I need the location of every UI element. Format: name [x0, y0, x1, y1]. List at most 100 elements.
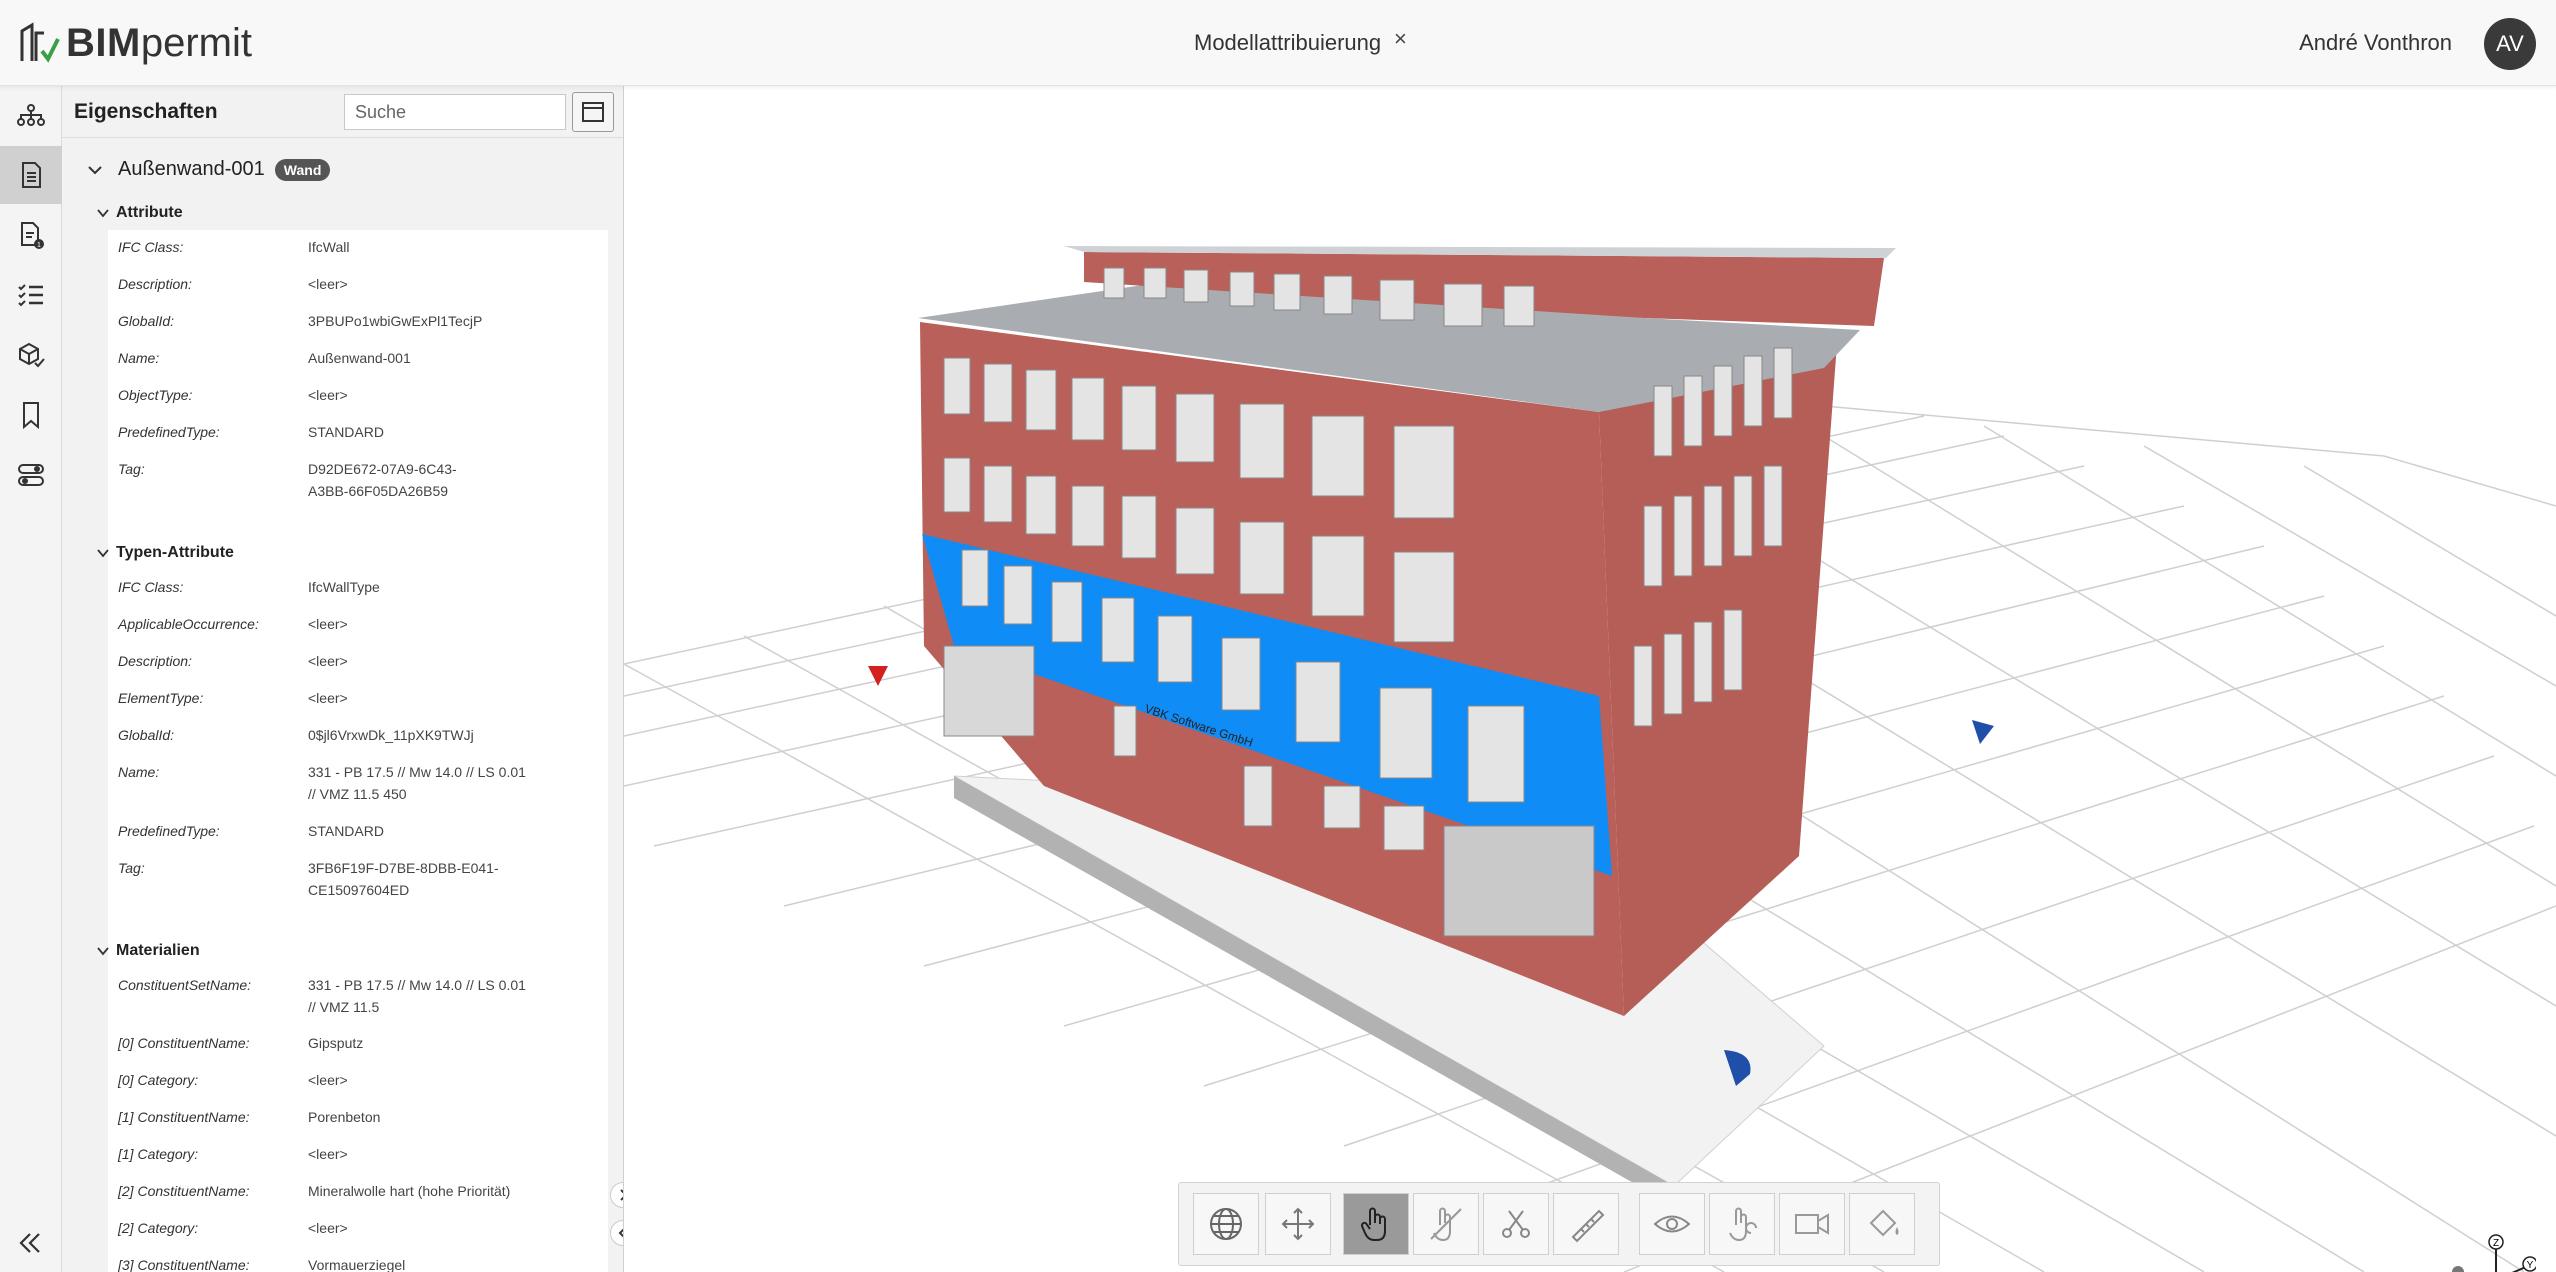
hide-eye-icon — [1430, 1207, 1462, 1242]
prop-key: GlobalId: — [118, 727, 175, 743]
chevron-left-icon — [618, 1228, 623, 1238]
user-name: André Vonthron — [2299, 30, 2452, 55]
prop-value: STANDARD — [308, 823, 384, 839]
rail-item-hierarchy[interactable] — [0, 86, 62, 144]
prop-value: <leer> — [308, 690, 348, 706]
properties-panel: Eigenschaften Außenwand-001 Wand Attribu… — [62, 86, 624, 1272]
tool-globe[interactable] — [1193, 1193, 1259, 1255]
marker-blue-icon — [1972, 720, 1994, 744]
logo-permit-text: permit — [140, 20, 252, 65]
prop-key: PredefinedType: — [118, 424, 220, 440]
prop-key: [1] Category: — [118, 1146, 199, 1162]
prop-value: <leer> — [308, 653, 348, 669]
tool-reset-selection[interactable] — [1709, 1193, 1775, 1255]
materialien-table: ConstituentSetName: 331 - PB 17.5 // Mw 1… — [108, 968, 608, 1272]
prop-value: D92DE672-07A9-6C43- — [308, 461, 457, 477]
prop-value: <leer> — [308, 1146, 348, 1162]
window-icon — [582, 102, 604, 122]
tool-hide[interactable] — [1413, 1193, 1479, 1255]
tool-section[interactable] — [1483, 1193, 1549, 1255]
section-cut-icon — [1502, 1210, 1530, 1238]
element-name: Außenwand-001 — [118, 158, 265, 180]
rail-item-bookmarks[interactable] — [0, 386, 62, 444]
prop-value: STANDARD — [308, 424, 384, 440]
prop-value: <leer> — [308, 276, 348, 292]
prop-key: [2] Category: — [118, 1220, 199, 1236]
chevron-down-icon — [97, 549, 109, 558]
section-header-attribute[interactable]: Attribute — [96, 200, 623, 226]
hierarchy-icon — [17, 104, 45, 126]
prop-value: Porenbeton — [308, 1109, 381, 1125]
prop-key: [3] ConstituentName: — [118, 1257, 250, 1272]
model-viewer[interactable]: VBK Software GmbH Z Y — [624, 86, 2556, 1272]
chevron-down-icon — [97, 947, 109, 956]
search-input[interactable] — [344, 94, 566, 130]
rail-item-checklist[interactable] — [0, 266, 62, 324]
axis-gizmo[interactable]: Z Y X — [2446, 1230, 2536, 1272]
prop-key: Tag: — [118, 860, 145, 876]
prop-key: ObjectType: — [118, 387, 193, 403]
prop-key: Tag: — [118, 461, 145, 477]
avatar[interactable]: AV — [2484, 18, 2536, 70]
section-materialien: Materialien — [96, 938, 623, 964]
prop-value: 3FB6F19F-D7BE-8DBB-E041- — [308, 860, 499, 876]
prop-key: ApplicableOccurrence: — [118, 616, 259, 632]
prop-value: CE15097604ED — [308, 882, 410, 898]
element-type-badge: Wand — [274, 158, 331, 181]
prop-key: GlobalId: — [118, 313, 175, 329]
prop-value: 331 - PB 17.5 // Mw 14.0 // LS 0.01 — [308, 764, 526, 780]
axis-y-label: Y — [2527, 1260, 2534, 1271]
expand-panel-button[interactable] — [610, 1182, 623, 1208]
prop-value: <leer> — [308, 387, 348, 403]
prop-key: ElementType: — [118, 690, 204, 706]
svg-text:1: 1 — [37, 242, 41, 249]
logo-bim-text: BIM — [66, 20, 141, 65]
panel-layout-button[interactable] — [572, 92, 614, 132]
section-header-typen[interactable]: Typen-Attribute — [96, 540, 623, 566]
section-typen-attribute: Typen-Attribute — [96, 540, 623, 566]
chevron-down-icon[interactable] — [86, 161, 104, 179]
rail-item-model-check[interactable] — [0, 326, 62, 384]
section-header-materialien[interactable]: Materialien — [96, 938, 623, 964]
section-attribute: Attribute — [96, 200, 623, 226]
top-bar: BIM permit Modellattribuierung × André V… — [0, 0, 2556, 86]
rail-item-reports[interactable]: 1 — [0, 206, 62, 264]
prop-value: 331 - PB 17.5 // Mw 14.0 // LS 0.01 — [308, 977, 526, 993]
prop-value: IfcWall — [308, 239, 350, 255]
tab-close-icon[interactable]: × — [1394, 26, 1407, 52]
tool-select[interactable] — [1343, 1193, 1409, 1255]
app-logo[interactable]: BIM permit — [18, 16, 252, 70]
viewer-toolbar — [1178, 1182, 1940, 1266]
tool-measure[interactable] — [1553, 1193, 1619, 1255]
prop-value: <leer> — [308, 1072, 348, 1088]
prop-key: ConstituentSetName: — [118, 977, 252, 993]
building-model-canvas[interactable]: VBK Software GmbH — [624, 86, 2556, 1272]
hand-select-icon — [1360, 1207, 1386, 1241]
hand-reset-icon — [1729, 1207, 1757, 1242]
rail-item-properties[interactable] — [0, 146, 62, 204]
prop-value: <leer> — [308, 616, 348, 632]
tool-move[interactable] — [1265, 1193, 1331, 1255]
collapse-sidebar-icon[interactable] — [12, 1226, 46, 1260]
prop-key: IFC Class: — [118, 579, 184, 595]
section-title: Typen-Attribute — [116, 544, 234, 561]
tool-reset-camera[interactable] — [1779, 1193, 1845, 1255]
prop-value: <leer> — [308, 1220, 348, 1236]
icon-rail: 1 — [0, 86, 62, 1272]
prop-value: // VMZ 11.5 — [308, 999, 380, 1015]
prop-key: [1] ConstituentName: — [118, 1109, 250, 1125]
tool-reset-colors[interactable] — [1849, 1193, 1915, 1255]
prop-key: PredefinedType: — [118, 823, 220, 839]
move-arrows-icon — [1281, 1207, 1315, 1241]
prop-key: Name: — [118, 350, 160, 366]
rail-item-settings[interactable] — [0, 446, 62, 504]
camera-reset-icon — [1795, 1213, 1829, 1235]
prop-value: Mineralwolle hart (hohe Priorität) — [308, 1183, 511, 1199]
checklist-icon — [18, 284, 43, 307]
collapse-panel-button[interactable] — [610, 1220, 623, 1246]
element-header[interactable]: Außenwand-001 Wand — [86, 158, 331, 181]
active-tab-title[interactable]: Modellattribuierung — [1194, 30, 1381, 56]
tool-reset-visibility[interactable] — [1639, 1193, 1705, 1255]
section-title: Attribute — [116, 204, 183, 221]
globe-icon — [1210, 1208, 1242, 1240]
